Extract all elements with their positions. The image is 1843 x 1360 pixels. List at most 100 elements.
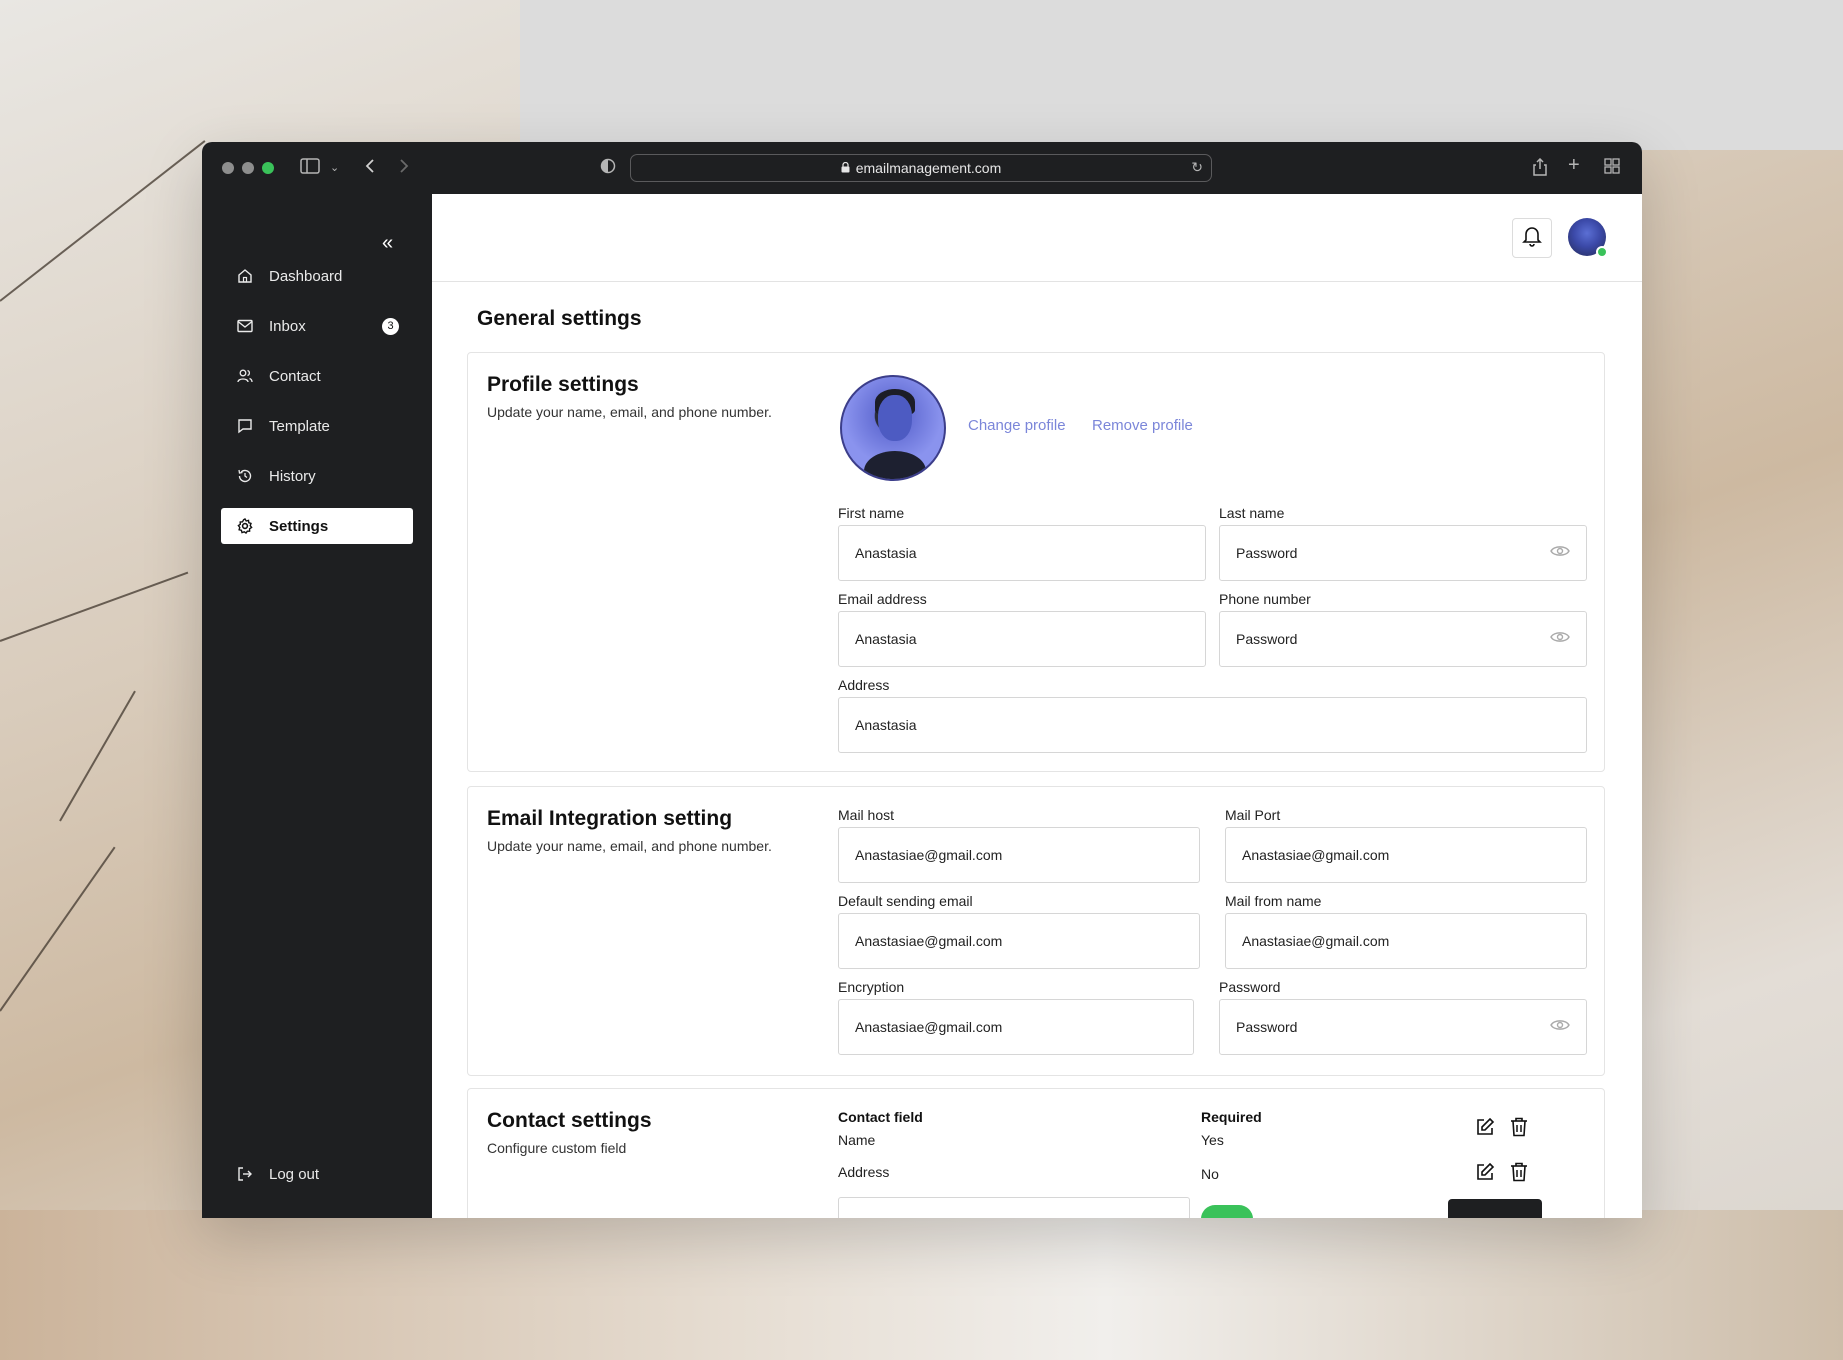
encryption-field[interactable]: Anastasiae@gmail.com: [838, 999, 1194, 1055]
tab-overview-icon[interactable]: [1604, 158, 1620, 180]
sidebar: « Dashboard Inbox 3 Contact Template His…: [202, 194, 432, 1218]
background-line: [0, 571, 189, 642]
contact-settings-title: Contact settings: [487, 1109, 652, 1132]
last-name-value: Password: [1236, 545, 1298, 561]
eye-icon[interactable]: [1550, 630, 1570, 647]
sidebar-toggle-icon[interactable]: [300, 158, 320, 180]
email-address-field[interactable]: Anastasia: [838, 611, 1206, 667]
inbox-count-badge: 3: [382, 317, 399, 335]
password-field[interactable]: Password: [1219, 999, 1587, 1055]
sidebar-item-label: Inbox: [269, 317, 306, 335]
add-field-button[interactable]: [1448, 1199, 1542, 1218]
address-label: Address: [838, 677, 890, 693]
maximize-window-button[interactable]: [262, 162, 274, 174]
mail-port-label: Mail Port: [1225, 807, 1281, 823]
first-name-value: Anastasia: [855, 545, 917, 561]
required-toggle[interactable]: [1201, 1205, 1253, 1218]
profile-settings-title: Profile settings: [487, 373, 639, 396]
notifications-button[interactable]: [1512, 218, 1552, 258]
mail-host-field[interactable]: Anastasiae@gmail.com: [838, 827, 1200, 883]
bell-icon: [1522, 225, 1542, 252]
lock-icon: [841, 160, 850, 176]
last-name-label: Last name: [1219, 505, 1285, 521]
mail-port-field[interactable]: Anastasiae@gmail.com: [1225, 827, 1587, 883]
users-icon: [221, 368, 269, 384]
trash-icon[interactable]: [1510, 1117, 1528, 1142]
forward-arrow-icon[interactable]: [398, 158, 410, 180]
contact-settings-card: Contact settings Configure custom field …: [467, 1088, 1605, 1218]
remove-profile-link[interactable]: Remove profile: [1092, 417, 1193, 434]
default-sending-email-field[interactable]: Anastasiae@gmail.com: [838, 913, 1200, 969]
logout-button[interactable]: Log out: [221, 1156, 413, 1192]
online-status-indicator: [1596, 246, 1608, 258]
password-value: Password: [1236, 1019, 1298, 1035]
mail-from-name-field[interactable]: Anastasiae@gmail.com: [1225, 913, 1587, 969]
reload-icon[interactable]: ↻: [1191, 159, 1203, 176]
privacy-shield-icon[interactable]: [600, 158, 616, 180]
mail-icon: [221, 319, 269, 333]
contact-settings-subtitle: Configure custom field: [487, 1140, 627, 1156]
sidebar-item-settings[interactable]: Settings: [221, 508, 413, 544]
required-value: No: [1201, 1166, 1219, 1182]
email-integration-title: Email Integration setting: [487, 807, 733, 830]
encryption-label: Encryption: [838, 979, 905, 995]
sidebar-item-label: Contact: [269, 367, 321, 385]
share-icon[interactable]: [1532, 157, 1548, 182]
new-contact-field-input[interactable]: [838, 1197, 1190, 1218]
sidebar-item-history[interactable]: History: [221, 458, 413, 494]
contact-field-name: Name: [838, 1132, 876, 1148]
browser-titlebar: ⌄ emailmanagement.com ↻ +: [202, 142, 1642, 194]
sidebar-item-label: History: [269, 467, 316, 485]
address-value: Anastasia: [855, 717, 917, 733]
encryption-value: Anastasiae@gmail.com: [855, 1019, 1003, 1035]
back-arrow-icon[interactable]: [364, 158, 376, 180]
contact-field-header: Contact field: [838, 1109, 923, 1125]
change-profile-link[interactable]: Change profile: [968, 417, 1066, 434]
sidebar-item-label: Settings: [269, 517, 329, 535]
background-line: [59, 690, 136, 822]
required-header: Required: [1201, 1109, 1262, 1125]
address-field[interactable]: Anastasia: [838, 697, 1587, 753]
mail-from-name-value: Anastasiae@gmail.com: [1242, 933, 1390, 949]
mail-port-value: Anastasiae@gmail.com: [1242, 847, 1390, 863]
default-sending-email-value: Anastasiae@gmail.com: [855, 933, 1003, 949]
eye-icon[interactable]: [1550, 1018, 1570, 1035]
url-text: emailmanagement.com: [855, 160, 1002, 176]
email-integration-subtitle: Update your name, email, and phone numbe…: [487, 838, 772, 854]
first-name-field[interactable]: Anastasia: [838, 525, 1206, 581]
minimize-window-button[interactable]: [242, 162, 254, 174]
edit-icon[interactable]: [1475, 1117, 1495, 1142]
collapse-sidebar-icon[interactable]: «: [382, 232, 393, 255]
home-icon: [221, 268, 269, 284]
email-address-value: Anastasia: [855, 631, 917, 647]
close-window-button[interactable]: [222, 162, 234, 174]
mail-host-label: Mail host: [838, 807, 895, 823]
logout-label: Log out: [269, 1165, 320, 1183]
last-name-field[interactable]: Password: [1219, 525, 1587, 581]
eye-icon[interactable]: [1550, 544, 1570, 561]
new-tab-icon[interactable]: +: [1568, 155, 1580, 175]
contact-field-name: Address: [838, 1164, 890, 1180]
edit-icon[interactable]: [1475, 1162, 1495, 1187]
profile-settings-card: Profile settings Update your name, email…: [467, 352, 1605, 772]
chevron-down-icon[interactable]: ⌄: [330, 158, 339, 178]
default-sending-email-label: Default sending email: [838, 893, 973, 909]
message-icon: [221, 418, 269, 434]
sidebar-item-label: Template: [269, 417, 330, 435]
address-bar[interactable]: emailmanagement.com ↻: [630, 154, 1212, 182]
password-label: Password: [1219, 979, 1281, 995]
sidebar-item-template[interactable]: Template: [221, 408, 413, 444]
main-content: General settings Profile settings Update…: [432, 194, 1642, 1218]
sidebar-item-dashboard[interactable]: Dashboard: [221, 258, 413, 294]
background-line: [0, 140, 206, 302]
sidebar-item-inbox[interactable]: Inbox 3: [221, 308, 413, 344]
profile-photo: [840, 375, 946, 481]
logout-icon: [221, 1166, 269, 1182]
trash-icon[interactable]: [1510, 1162, 1528, 1187]
phone-number-field[interactable]: Password: [1219, 611, 1587, 667]
sidebar-item-contact[interactable]: Contact: [221, 358, 413, 394]
background-wall: [520, 0, 1843, 150]
browser-window: ⌄ emailmanagement.com ↻ + « Dashboard In…: [202, 142, 1642, 1218]
mail-from-name-label: Mail from name: [1225, 893, 1322, 909]
email-address-label: Email address: [838, 591, 927, 607]
